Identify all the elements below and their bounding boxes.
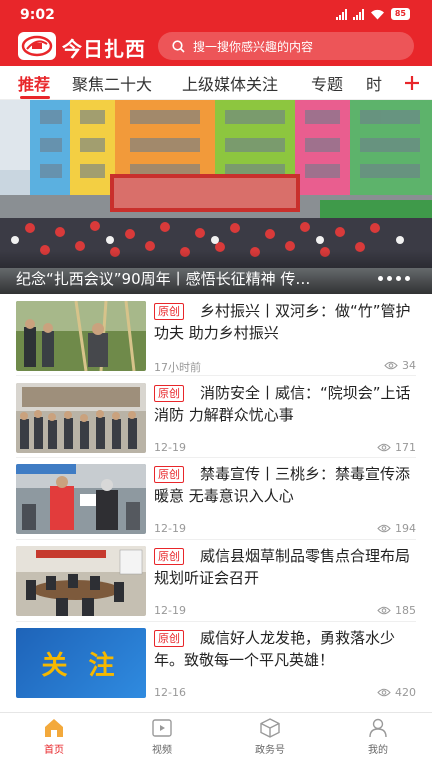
news-item[interactable]: 原创 威信县烟草制品零售点合理布局规划听证会召开 12-19 185 xyxy=(0,545,432,627)
nav-home[interactable]: 首页 xyxy=(19,717,89,756)
divider xyxy=(16,457,416,458)
news-date: 12-19 xyxy=(154,604,186,617)
news-title[interactable]: 消防安全丨威信：“院坝会”上话消防 力解群众忧心事 xyxy=(154,382,416,426)
brand-name: 今日扎西 xyxy=(62,37,146,61)
news-date: 12-19 xyxy=(154,522,186,535)
divider xyxy=(16,375,416,376)
news-item[interactable]: 关 注 原创 威信好人龙发艳，勇救落水少年。致敬每一个平凡英雄！ 12-16 4… xyxy=(0,627,432,709)
plus-icon xyxy=(405,76,419,90)
nav-government-label: 政务号 xyxy=(255,745,285,756)
hero-banner[interactable] xyxy=(0,100,432,294)
nav-profile-label: 我的 xyxy=(368,745,388,756)
view-count-value: 171 xyxy=(395,441,416,454)
view-count-value: 194 xyxy=(395,522,416,535)
view-count: 185 xyxy=(377,604,416,617)
news-item[interactable]: 原创 消防安全丨威信：“院坝会”上话消防 力解群众忧心事 12-19 171 xyxy=(0,382,432,464)
home-icon xyxy=(45,719,63,737)
news-date: 12-19 xyxy=(154,441,186,454)
eye-icon xyxy=(377,524,391,533)
tab-special-topics[interactable]: 专题 xyxy=(311,71,343,95)
tab-recommend[interactable]: 推荐 xyxy=(18,71,50,95)
cellular-signal-icon xyxy=(335,8,347,20)
view-count: 171 xyxy=(377,441,416,454)
news-thumbnail xyxy=(16,546,146,616)
user-icon xyxy=(369,718,387,738)
news-title[interactable]: 禁毒宣传丨三桃乡：禁毒宣传添暖意 无毒意识入人心 xyxy=(154,463,416,507)
search-icon xyxy=(172,39,185,53)
tab-focus-20th-congress[interactable]: 聚焦二十大 xyxy=(72,71,152,95)
nav-profile[interactable]: 我的 xyxy=(343,717,413,756)
status-bar: 9:02 85 xyxy=(0,0,432,30)
eye-icon xyxy=(377,443,391,452)
nav-video-label: 视频 xyxy=(152,745,172,756)
view-count-value: 34 xyxy=(402,359,416,372)
eye-icon xyxy=(377,606,391,615)
divider xyxy=(16,621,416,622)
news-thumbnail xyxy=(16,383,146,453)
view-count: 34 xyxy=(384,359,416,372)
home-indicator-area xyxy=(0,756,432,768)
view-count-value: 185 xyxy=(395,604,416,617)
news-title[interactable]: 威信县烟草制品零售点合理布局规划听证会召开 xyxy=(154,545,416,589)
battery-icon: 85 xyxy=(390,8,410,20)
nav-video[interactable]: 视频 xyxy=(127,717,197,756)
news-date: 12-16 xyxy=(154,686,186,699)
cube-icon xyxy=(260,718,280,738)
hero-caption[interactable]: 纪念“扎西会议”90周年丨感悟长征精神 传… xyxy=(16,268,366,289)
status-icons: 85 xyxy=(335,8,410,20)
status-time: 9:02 xyxy=(20,7,55,23)
divider xyxy=(16,539,416,540)
news-item[interactable]: 原创 禁毒宣传丨三桃乡：禁毒宣传添暖意 无毒意识入人心 12-19 194 xyxy=(0,463,432,545)
search-bar[interactable]: 搜一搜你感兴趣的内容 xyxy=(158,32,414,60)
carousel-indicator xyxy=(378,276,410,281)
news-thumbnail xyxy=(16,301,146,371)
news-thumbnail xyxy=(16,464,146,534)
nav-government[interactable]: 政务号 xyxy=(235,717,305,756)
view-count: 420 xyxy=(377,686,416,699)
thumbnail-text: 关 注 xyxy=(41,650,121,681)
tab-superior-media[interactable]: 上级媒体关注 xyxy=(182,71,278,95)
tab-more[interactable]: 时 xyxy=(366,71,382,95)
bottom-navigation: 首页 视频 政务号 我的 xyxy=(0,712,432,756)
app-header: 9:02 85 今日扎西 搜一搜你感兴趣的内容 xyxy=(0,0,432,66)
add-channel-button[interactable] xyxy=(392,66,432,99)
video-icon xyxy=(152,719,172,737)
eye-icon xyxy=(377,688,391,697)
view-count-value: 420 xyxy=(395,686,416,699)
search-placeholder: 搜一搜你感兴趣的内容 xyxy=(193,39,314,54)
news-thumbnail: 关 注 xyxy=(16,628,146,698)
channel-tabs: 推荐 聚焦二十大 上级媒体关注 专题 时 xyxy=(0,66,432,100)
wifi-icon xyxy=(370,9,384,19)
active-tab-indicator xyxy=(20,96,50,99)
cellular-signal-icon-2 xyxy=(352,8,364,20)
app-logo xyxy=(18,32,56,60)
news-item[interactable]: 原创 乡村振兴丨双河乡：做“竹”管护功夫 助力乡村振兴 17小时前 34 xyxy=(0,300,432,382)
nav-home-label: 首页 xyxy=(44,745,64,756)
view-count: 194 xyxy=(377,522,416,535)
news-title[interactable]: 威信好人龙发艳，勇救落水少年。致敬每一个平凡英雄！ xyxy=(154,627,416,671)
news-title[interactable]: 乡村振兴丨双河乡：做“竹”管护功夫 助力乡村振兴 xyxy=(154,300,416,344)
eye-icon xyxy=(384,361,398,370)
news-date: 17小时前 xyxy=(154,361,201,374)
